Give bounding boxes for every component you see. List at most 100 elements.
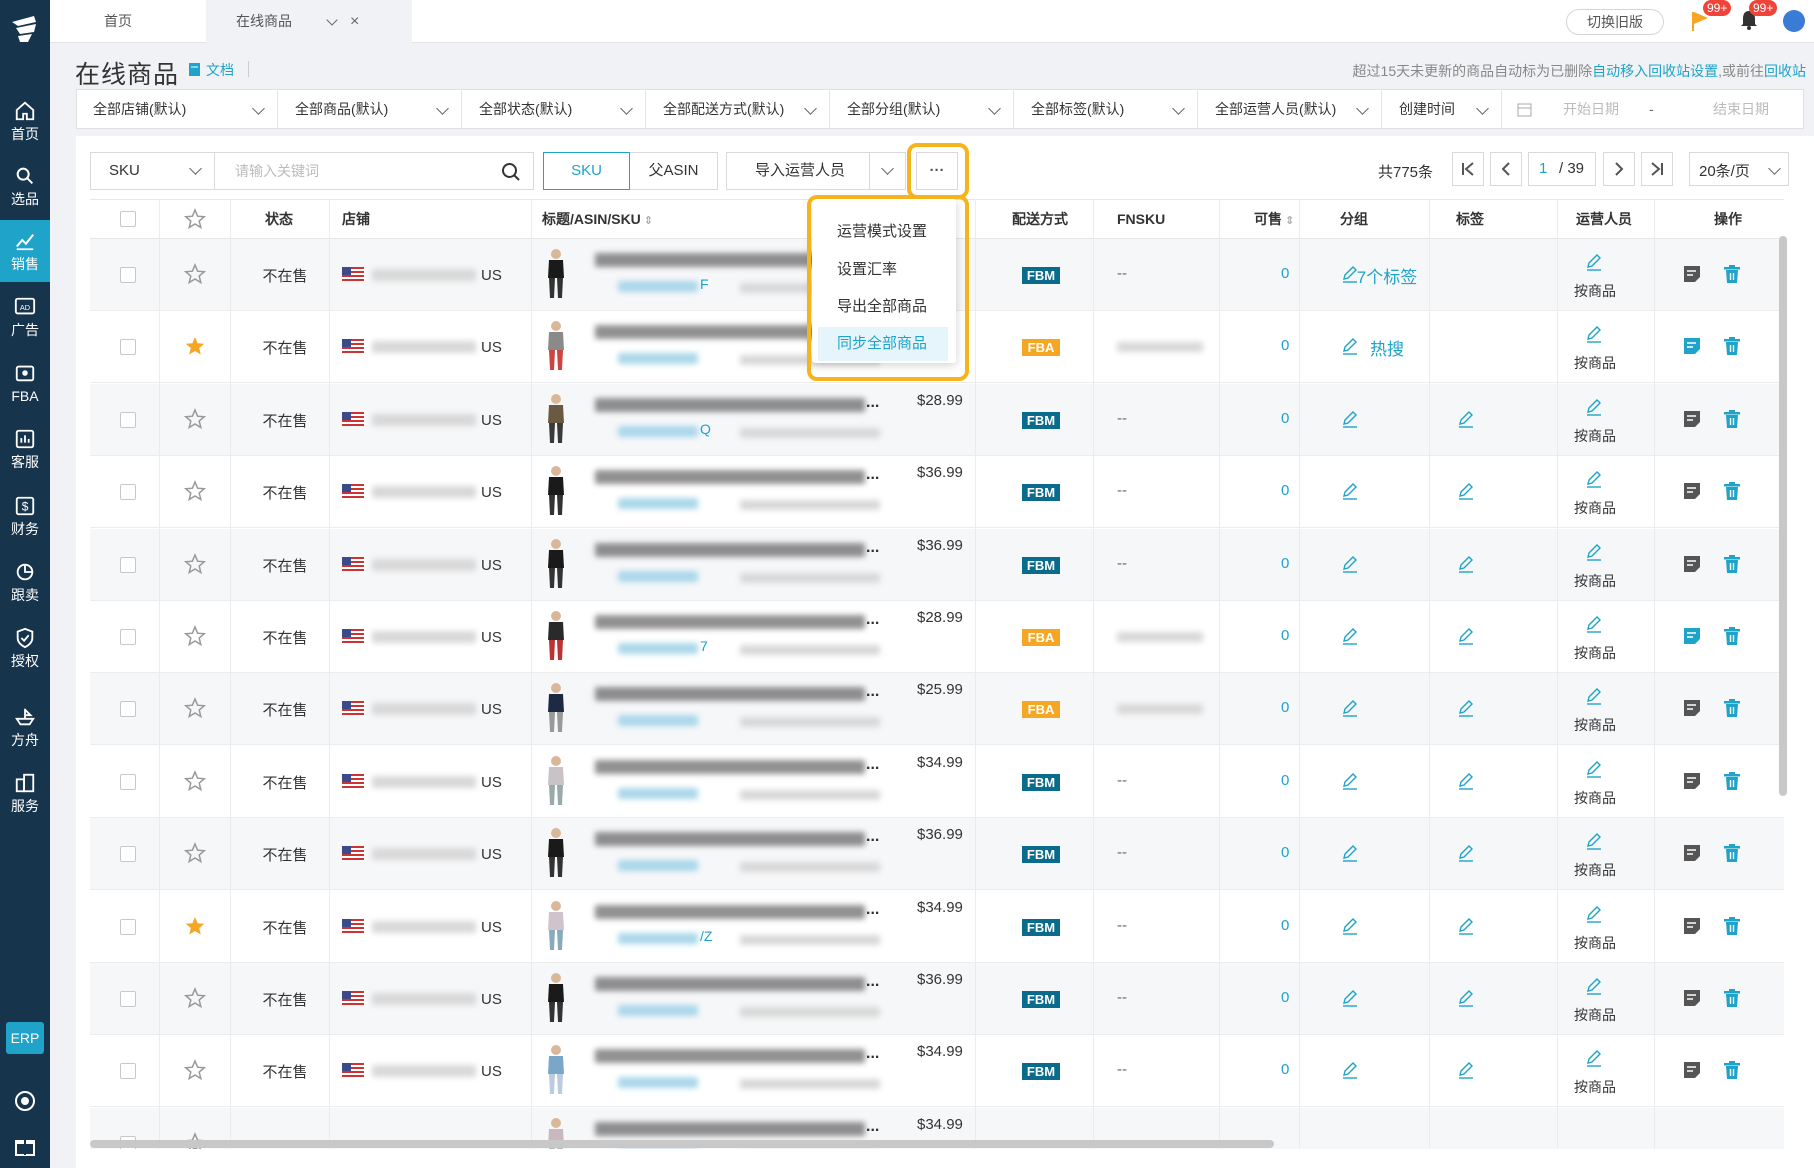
start-date-placeholder[interactable]: 开始日期 — [1563, 90, 1619, 128]
note-icon[interactable] — [1682, 626, 1702, 646]
edit-tag-icon[interactable] — [1457, 844, 1475, 862]
sidebar-item-ark[interactable]: 方舟 — [0, 696, 50, 758]
product-title-redacted[interactable] — [595, 615, 865, 629]
edit-tag-icon[interactable] — [1457, 772, 1475, 790]
close-icon[interactable]: × — [350, 0, 359, 43]
row-checkbox[interactable] — [120, 556, 136, 573]
row-checkbox[interactable] — [120, 339, 136, 356]
asin-redacted[interactable] — [618, 1005, 698, 1016]
vertical-scrollbar[interactable] — [1779, 236, 1787, 796]
star-outline-icon[interactable] — [183, 769, 207, 796]
first-page-button[interactable] — [1452, 152, 1484, 186]
edit-group-icon[interactable] — [1341, 410, 1359, 428]
search-icon[interactable] — [501, 162, 521, 182]
available-qty[interactable]: 0 — [1281, 627, 1289, 644]
product-title-redacted[interactable] — [595, 1121, 865, 1136]
headset-icon[interactable] — [13, 1089, 37, 1113]
note-icon[interactable] — [1682, 771, 1702, 791]
trash-icon[interactable] — [1722, 916, 1742, 936]
asin-tail[interactable]: /Z — [700, 928, 712, 944]
available-qty[interactable]: 0 — [1281, 1061, 1289, 1078]
available-qty[interactable]: 0 — [1281, 410, 1289, 427]
asin-redacted[interactable] — [618, 860, 698, 872]
available-qty[interactable]: 0 — [1281, 844, 1289, 861]
edit-group-icon[interactable] — [1341, 844, 1359, 862]
table-row[interactable]: 不在售 US... /Z $34.99 FBM -- 0 按商品 — [90, 891, 1784, 963]
product-title-redacted[interactable] — [595, 470, 865, 485]
chevron-down-icon[interactable] — [326, 14, 338, 26]
header-title[interactable]: 标题/ASIN/SKU ⇕ — [542, 200, 653, 238]
asin-redacted[interactable] — [618, 425, 698, 437]
table-row[interactable]: 不在售 US... $25.99 FBA 0 按商品 — [90, 673, 1784, 746]
trash-icon[interactable] — [1722, 336, 1742, 356]
group-filter[interactable]: 全部分组(默认) — [831, 90, 1014, 128]
asin-redacted[interactable] — [618, 498, 698, 510]
edit-tag-icon[interactable] — [1457, 627, 1475, 645]
trash-icon[interactable] — [1722, 409, 1742, 429]
trash-icon[interactable] — [1722, 771, 1742, 791]
edit-operator-icon[interactable] — [1585, 905, 1603, 923]
star-outline-icon[interactable] — [183, 263, 207, 289]
auto-recycle-settings-link[interactable]: 自动移入回收站设置 — [1592, 63, 1718, 79]
asin-redacted[interactable] — [618, 1077, 698, 1089]
app-logo-icon[interactable] — [8, 12, 42, 46]
note-icon[interactable] — [1682, 409, 1702, 429]
recycle-bin-link[interactable]: 回收站 — [1764, 63, 1806, 79]
edit-operator-icon[interactable] — [1585, 470, 1603, 488]
product-title-redacted[interactable] — [595, 904, 865, 919]
note-icon[interactable] — [1682, 336, 1702, 356]
available-qty[interactable]: 0 — [1281, 917, 1289, 934]
edit-operator-icon[interactable] — [1585, 543, 1603, 561]
edit-group-icon[interactable] — [1341, 627, 1359, 645]
available-qty[interactable]: 0 — [1281, 989, 1289, 1006]
product-title-redacted[interactable] — [595, 759, 865, 774]
star-outline-icon[interactable] — [183, 842, 207, 868]
asin-redacted[interactable] — [618, 353, 698, 365]
edit-group-icon[interactable] — [1341, 917, 1359, 935]
sidebar-item-home[interactable]: 首页 — [0, 90, 50, 152]
product-thumbnail[interactable] — [540, 682, 572, 734]
product-title-redacted[interactable] — [595, 977, 865, 991]
tab-online-products[interactable]: 在线商品 × — [206, 0, 412, 43]
row-checkbox[interactable] — [120, 701, 136, 718]
note-icon[interactable] — [1682, 698, 1702, 718]
edit-group-icon[interactable] — [1341, 482, 1359, 500]
header-available[interactable]: 可售 ⇕ — [1254, 200, 1294, 238]
toggle-parent-asin[interactable]: 父ASIN — [629, 152, 718, 190]
asin-redacted[interactable] — [618, 643, 698, 654]
available-qty[interactable]: 0 — [1281, 265, 1289, 282]
table-row[interactable]: 不在售 US... Q $28.99 FBM -- 0 按商品 — [90, 383, 1784, 456]
available-qty[interactable]: 0 — [1281, 772, 1289, 789]
edit-tag-icon[interactable] — [1457, 555, 1475, 573]
edit-group-icon[interactable] — [1341, 555, 1359, 573]
star-outline-icon[interactable] — [183, 625, 207, 651]
row-checkbox[interactable] — [120, 411, 136, 428]
product-thumbnail[interactable] — [540, 900, 572, 952]
note-icon[interactable] — [1682, 1060, 1702, 1080]
edit-group-icon[interactable] — [1341, 699, 1359, 718]
table-row[interactable]: 不在售 US... $34.99 FBM -- 0 按商品 — [90, 746, 1784, 818]
time-type-filter[interactable]: 创建时间 — [1383, 90, 1502, 128]
star-outline-icon[interactable] — [184, 208, 206, 230]
product-thumbnail[interactable] — [540, 972, 572, 1024]
edit-group-icon[interactable] — [1341, 772, 1359, 790]
date-range-picker[interactable]: 开始日期 - 结束日期 — [1503, 90, 1804, 128]
sidebar-item-service[interactable]: 客服 — [0, 418, 50, 480]
product-title-redacted[interactable] — [595, 832, 865, 847]
star-filled-icon[interactable] — [184, 915, 206, 941]
edit-group-icon[interactable] — [1341, 1061, 1359, 1080]
product-filter[interactable]: 全部商品(默认) — [279, 90, 462, 128]
gift-icon[interactable] — [13, 1134, 37, 1158]
erp-button[interactable]: ERP — [6, 1022, 44, 1054]
note-icon[interactable] — [1682, 264, 1702, 284]
product-thumbnail[interactable] — [540, 755, 572, 807]
sidebar-item-follow[interactable]: 跟卖 — [0, 551, 50, 613]
operator-filter[interactable]: 全部运营人员(默认) — [1199, 90, 1382, 128]
note-icon[interactable] — [1682, 916, 1702, 936]
trash-icon[interactable] — [1722, 1060, 1742, 1080]
available-qty[interactable]: 0 — [1281, 555, 1289, 572]
trash-icon[interactable] — [1722, 988, 1742, 1008]
edit-operator-icon[interactable] — [1585, 687, 1603, 706]
import-operator-button[interactable]: 导入运营人员 — [726, 152, 906, 190]
chevron-down-icon[interactable] — [881, 162, 894, 175]
